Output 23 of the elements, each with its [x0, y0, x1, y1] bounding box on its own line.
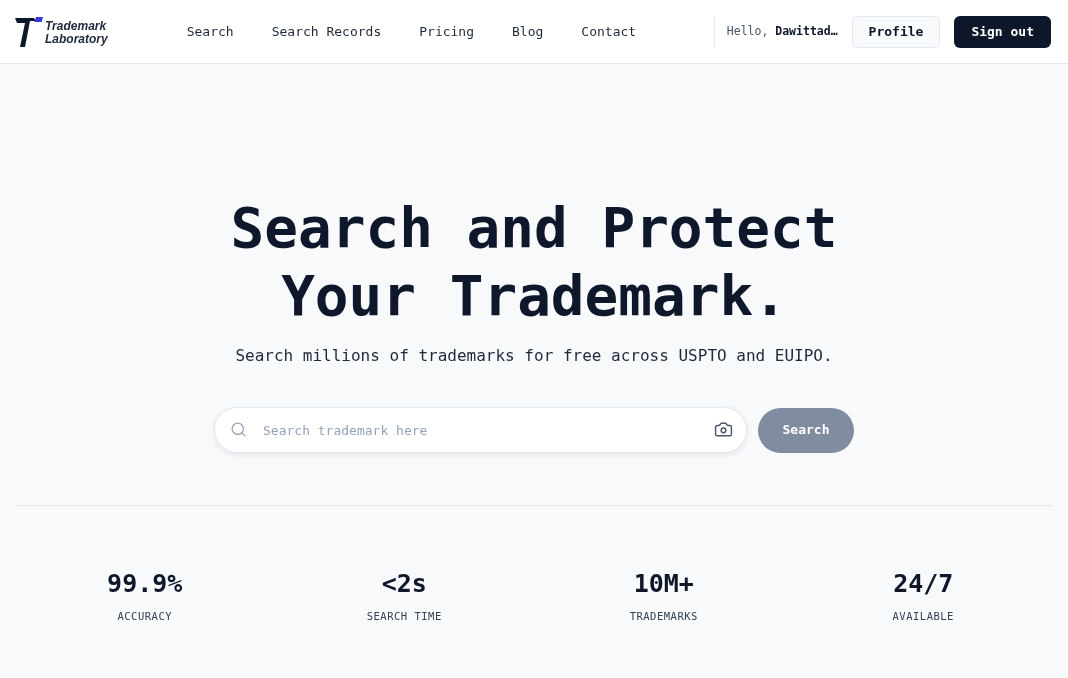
stat-label: TRADEMARKS — [629, 609, 698, 623]
nav-link[interactable]: Blog — [512, 21, 544, 42]
stat-label: SEARCH TIME — [366, 609, 442, 623]
stat-value: 24/7 — [893, 568, 954, 600]
greeting-text: Hello, Dawittad… — [726, 22, 838, 40]
sign-out-button[interactable]: Sign out — [954, 15, 1051, 48]
logo-wordmark[interactable]: Trademark Laboratory — [45, 20, 108, 46]
stat-value: <2s — [381, 568, 427, 600]
nav-link[interactable]: Search Records — [271, 21, 382, 42]
hero-subtitle: Search millions of trademarks for free across USPTO and EUIPO. — [235, 345, 833, 367]
camera-icon[interactable] — [714, 420, 733, 439]
nav-link[interactable]: Search — [186, 21, 234, 42]
stat-value: 99.9% — [107, 568, 183, 600]
nav-link[interactable]: Pricing — [419, 21, 475, 42]
stat-label: AVAILABLE — [892, 609, 954, 623]
search-field[interactable]: Search trademark here — [214, 407, 747, 453]
search-icon — [230, 421, 247, 438]
nav-link[interactable]: Contact — [581, 21, 637, 42]
logo-icon — [15, 16, 45, 47]
hero-heading: Search and Protect Your Trademark. — [229, 194, 839, 330]
profile-button[interactable]: Profile — [851, 15, 941, 48]
stat-value: 10M+ — [633, 568, 694, 600]
stat-label: ACCURACY — [117, 609, 173, 623]
